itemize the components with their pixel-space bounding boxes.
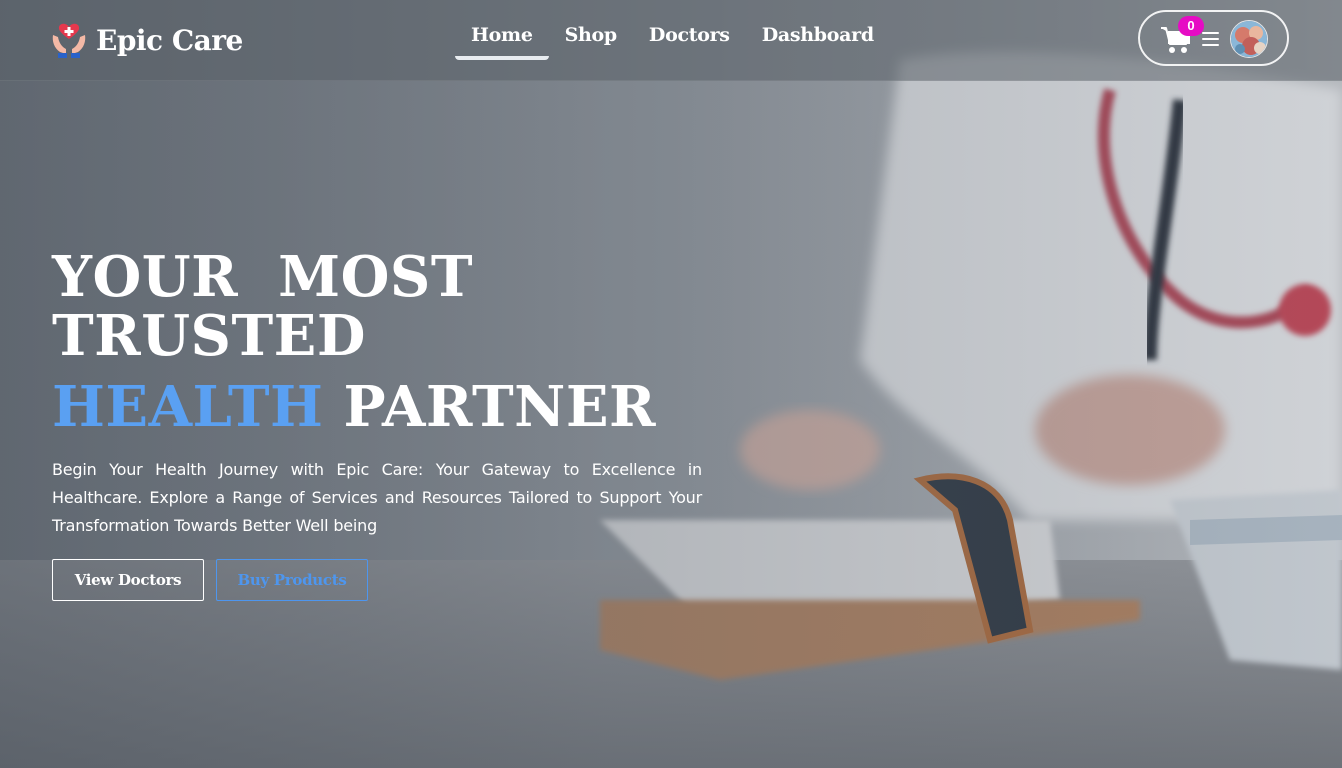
hamburger-menu-icon[interactable] [1202,32,1219,46]
hero-description: Begin Your Health Journey with Epic Care… [52,460,702,535]
user-actions-pill: 0 [1138,10,1289,66]
hero-title: YOUR MOST TRUSTED HEALTH PARTNER [52,248,752,437]
caring-hands-heart-icon [50,21,88,59]
nav-link-shop[interactable]: Shop [549,22,633,60]
hero-title-accent: HEALTH [52,374,324,440]
hero-title-rest: PARTNER [343,374,657,440]
navbar: Epic Care Home Shop Doctors Dashboard 0 [0,0,1342,81]
hero-title-line-3: HEALTH PARTNER [52,378,752,437]
user-avatar[interactable] [1230,20,1268,58]
nav-link-dashboard[interactable]: Dashboard [746,22,890,60]
nav-link-home[interactable]: Home [455,22,549,60]
brand[interactable]: Epic Care [50,20,243,60]
nav-link-doctors[interactable]: Doctors [633,22,746,60]
hero-title-line-1: YOUR MOST [52,244,474,310]
brand-name: Epic Care [96,23,243,57]
hero-buttons: View Doctors Buy Products [52,559,368,601]
buy-products-button[interactable]: Buy Products [216,559,368,601]
hero-title-line-2: TRUSTED [52,303,366,369]
view-doctors-button[interactable]: View Doctors [52,559,204,601]
main-nav: Home Shop Doctors Dashboard [455,22,890,60]
cart-count-badge: 0 [1178,16,1204,36]
